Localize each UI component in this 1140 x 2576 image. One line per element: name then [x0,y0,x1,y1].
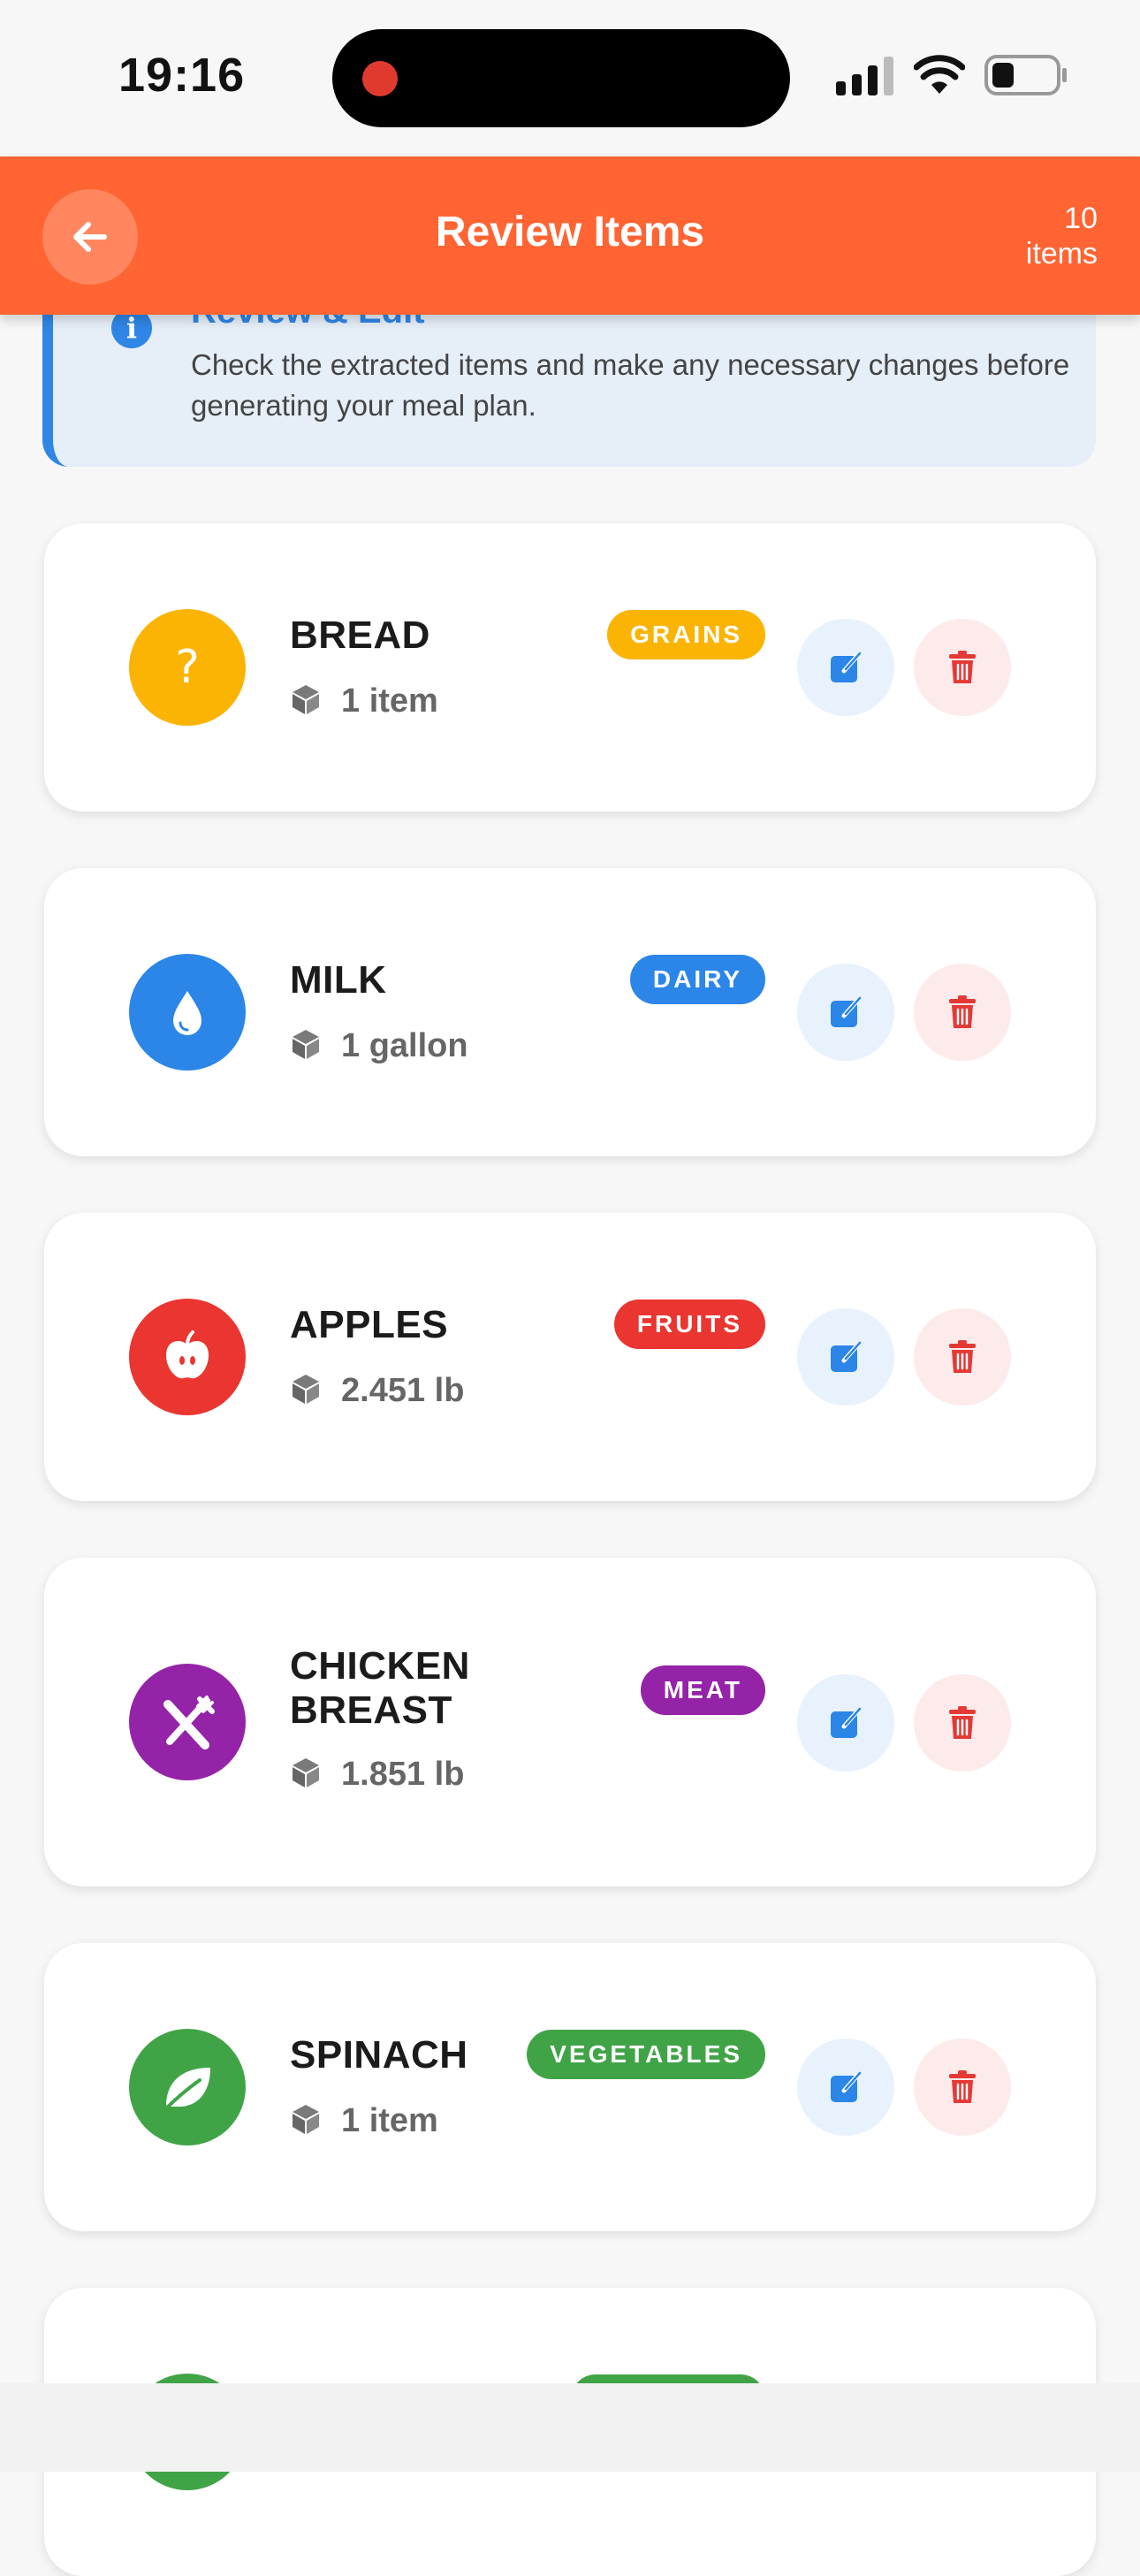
item-quantity-text: 1 item [341,682,438,720]
category-icon [129,954,246,1071]
info-text: Check the extracted items and make any n… [191,348,1070,422]
category-badge: GRAINS [607,610,765,659]
delete-button[interactable] [914,619,1011,716]
item-card[interactable]: CHICKEN BREAST 1.851 lb MEAT [44,1558,1096,1886]
item-quantity: 1 item [290,2102,438,2140]
item-name: APPLES [290,1303,449,1346]
category-icon [129,1664,246,1780]
category-badge: MEAT [640,1665,765,1715]
category-badge: DAIRY [629,955,765,1004]
cube-icon [293,2105,319,2134]
delete-button[interactable] [914,1674,1011,1772]
item-card[interactable]: ? BREAD 1 item GRAINS [44,523,1096,812]
cube-icon [293,1375,319,1404]
edit-button[interactable] [797,1308,894,1406]
item-name: MILK [290,958,387,1002]
delete-button[interactable] [914,2039,1011,2136]
water-drop-icon [173,991,201,1035]
category-icon: ? [129,609,246,726]
edit-button[interactable] [797,964,894,1061]
cube-icon [293,1758,319,1787]
edit-icon [831,996,862,1027]
item-name: SPINACH [290,2033,468,2077]
app-header: Review Items 10 items [0,156,1140,315]
item-card[interactable]: APPLES 2.451 lb FRUITS [44,1213,1096,1501]
item-count: 10 items [1026,201,1098,271]
page-title: Review Items [435,209,705,255]
wifi-icon [914,55,965,94]
item-name: CHICKEN BREAST [290,1644,470,1732]
cube-icon [293,1030,319,1059]
delete-button[interactable] [914,964,1011,1061]
question-icon: ? [175,641,200,694]
trash-icon [949,1340,976,1373]
recording-indicator-icon [362,61,398,96]
apple-icon [166,1330,209,1379]
status-bar: 19:16 [0,0,1140,157]
item-quantity-text: 2.451 lb [341,1372,465,1409]
item-count-unit: items [1025,237,1098,271]
trash-icon [949,1706,976,1739]
item-count-number: 10 [1064,202,1098,235]
edit-icon [831,652,862,682]
edit-icon [831,2071,862,2102]
category-icon [129,1299,246,1415]
trash-icon [949,995,976,1028]
leaf-icon [163,2068,210,2112]
delete-button[interactable] [914,1308,1011,1406]
item-quantity-text: 1 item [341,2102,438,2139]
cube-icon [293,685,319,714]
cellular-signal-icon [836,57,893,95]
edit-button[interactable] [797,1674,894,1772]
item-name: BREAD [290,614,430,657]
dynamic-island [332,29,790,127]
item-quantity: 2.451 lb [290,1372,464,1410]
category-icon [129,2029,246,2145]
bottom-area [0,2383,1140,2472]
edit-icon [831,1341,862,1372]
item-quantity-text: 1 gallon [341,1027,468,1064]
item-card[interactable]: SPINACH 1 item VEGETABLES [44,1943,1096,2231]
item-quantity: 1 gallon [290,1027,468,1065]
status-time: 19:16 [118,49,246,102]
svg-text:?: ? [175,641,200,694]
battery-icon [984,55,1067,95]
trash-icon [949,651,976,683]
category-badge: VEGETABLES [527,2030,765,2079]
edit-icon [831,1707,862,1738]
utensils-icon [163,1696,215,1749]
category-badge: FRUITS [613,1299,765,1349]
edit-button[interactable] [797,2039,894,2136]
item-quantity: 1.851 lb [290,1756,464,1794]
edit-button[interactable] [797,619,894,716]
item-card[interactable]: MILK 1 gallon DAIRY [44,868,1096,1156]
trash-icon [949,2070,976,2103]
item-quantity-text: 1.851 lb [341,1756,465,1793]
item-quantity: 1 item [290,682,438,720]
